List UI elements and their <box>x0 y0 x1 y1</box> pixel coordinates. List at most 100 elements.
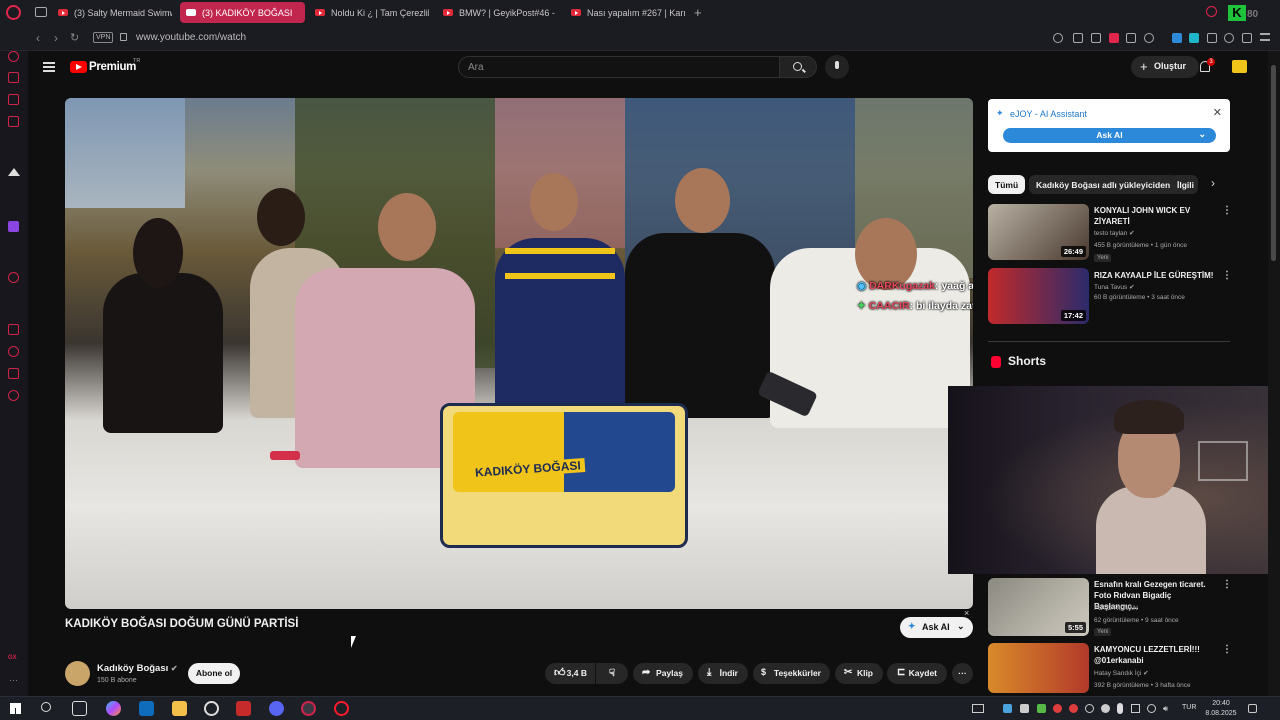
voice-search-button[interactable] <box>825 55 849 79</box>
extensions-icon[interactable] <box>1207 33 1217 43</box>
tray-icon[interactable] <box>1020 704 1029 713</box>
scrollbar-thumb[interactable] <box>1271 65 1276 261</box>
windows-start-icon[interactable] <box>10 703 21 714</box>
ejoy-ask-ai-button[interactable]: Ask AI ⌄ <box>1003 128 1216 143</box>
clip-button[interactable]: ✂ Klip <box>835 663 883 684</box>
rec-thumbnail[interactable]: 17:42 <box>988 268 1089 324</box>
share-button[interactable]: ➦ Paylaş <box>633 663 693 684</box>
vpn-badge[interactable]: VPN <box>93 32 114 43</box>
channel-avatar[interactable] <box>65 661 90 686</box>
send-icon[interactable] <box>1126 33 1136 43</box>
mail-icon[interactable] <box>8 116 19 127</box>
outlook-icon[interactable] <box>139 701 154 716</box>
bookmarks-icon[interactable] <box>8 324 19 335</box>
account-avatar[interactable] <box>1232 60 1247 73</box>
task-view-icon[interactable] <box>72 701 87 716</box>
heart-icon[interactable] <box>1144 33 1154 43</box>
rec-title[interactable]: KONYALI JOHN WICK EV ZİYARETİ <box>1094 205 1216 227</box>
tab-bmw-geyikpost[interactable]: BMW? | GeyikPost#46 - Y <box>437 2 557 23</box>
sidebar-more-icon[interactable]: ··· <box>9 675 18 685</box>
steam-icon[interactable] <box>204 701 219 716</box>
microphone-tray-icon[interactable] <box>1117 703 1123 714</box>
tray-icon[interactable] <box>972 704 984 713</box>
tab-kadikoy-bogasi[interactable]: (3) KADIKÖY BOĞASI <box>180 2 305 23</box>
chip-all[interactable]: Tümü <box>988 175 1026 194</box>
player-icon[interactable] <box>8 272 19 283</box>
bag-icon[interactable] <box>8 72 19 83</box>
messenger-icon[interactable] <box>8 94 19 105</box>
new-tab-icon[interactable]: + <box>694 5 702 20</box>
video-player[interactable]: KADIKÖY BOĞASI ◉ DARKugazak: yaağ ali ko… <box>65 98 973 609</box>
profile-icon[interactable] <box>1224 33 1234 43</box>
like-button[interactable]: 👍︎ 3,4 B <box>545 663 595 684</box>
opera-logo-icon[interactable] <box>6 5 21 20</box>
rec-title[interactable]: RIZA KAYAALP İLE GÜREŞTİM! <box>1094 270 1216 281</box>
ask-ai-button[interactable]: ✦ Ask AI ⌄ <box>900 617 973 638</box>
twitch-icon[interactable] <box>8 221 19 232</box>
camera-icon[interactable] <box>1091 33 1101 43</box>
pin-icon[interactable] <box>1073 33 1083 43</box>
chip-from-uploader[interactable]: Kadıköy Boğası adlı yükleyiciden <box>1029 175 1178 194</box>
rec-thumbnail[interactable]: 26:49 <box>988 204 1089 260</box>
system-clock[interactable]: 20:40 8.08.2025 <box>1204 699 1238 719</box>
more-vert-icon[interactable]: ⋮ <box>1222 205 1232 216</box>
aria-icon[interactable] <box>8 51 19 62</box>
search-button[interactable] <box>779 56 817 78</box>
rec-thumbnail[interactable] <box>988 643 1089 693</box>
history-icon[interactable] <box>8 346 19 357</box>
thanks-button[interactable]: $ Teşekkürler <box>753 663 830 684</box>
subscribe-button[interactable]: Abone ol <box>188 663 240 684</box>
url-field[interactable]: www.youtube.com/watch <box>136 32 246 43</box>
tray-icon[interactable] <box>1101 704 1110 713</box>
lock-icon[interactable] <box>120 33 127 41</box>
video-app-icon[interactable] <box>236 701 251 716</box>
youtube-premium-logo-text[interactable]: Premium <box>89 61 136 73</box>
ejoy-extension-icon[interactable] <box>1189 33 1199 43</box>
hamburger-menu-icon[interactable] <box>43 62 55 72</box>
download-button[interactable]: ⤓ İndir <box>698 663 748 684</box>
menu-icon[interactable] <box>1260 33 1270 41</box>
input-language[interactable]: TUR <box>1182 704 1196 711</box>
opera-gx-taskbar-icon[interactable] <box>301 701 316 716</box>
youtube-logo-icon[interactable] <box>70 61 87 73</box>
zoom-icon[interactable] <box>1053 33 1063 43</box>
tab-noldu-ki[interactable]: Noldu Ki ¿ | Tam Çerezlik <box>309 2 429 23</box>
more-actions-button[interactable]: ··· <box>952 663 973 684</box>
opera-taskbar-icon[interactable] <box>334 701 349 716</box>
reload-icon[interactable]: ↻ <box>70 31 79 44</box>
ejoy-close-icon[interactable]: ✕ <box>1213 106 1222 119</box>
more-vert-icon[interactable]: ⋮ <box>1222 270 1232 281</box>
pocket-icon[interactable] <box>1109 33 1119 43</box>
chevron-right-icon[interactable]: › <box>1211 176 1215 190</box>
tray-icon[interactable] <box>1131 704 1140 713</box>
channel-name[interactable]: Kadıköy Boğası ✔ <box>97 663 178 674</box>
arc-icon[interactable] <box>8 168 20 176</box>
tab-salty-mermaid[interactable]: (3) Salty Mermaid Swimw <box>52 2 172 23</box>
rec-thumbnail[interactable]: 5:55 <box>988 578 1089 636</box>
page-scrollbar[interactable] <box>1268 51 1280 696</box>
create-button[interactable]: + Oluştur <box>1131 56 1199 78</box>
rec-title[interactable]: KAMYONCU LEZZETLERİ!!! @01erkanabi <box>1094 644 1216 666</box>
more-vert-icon[interactable]: ⋮ <box>1222 644 1232 655</box>
search-input[interactable]: Ara <box>458 56 780 78</box>
tab-overview-icon[interactable] <box>35 7 47 17</box>
more-vert-icon[interactable]: ⋮ <box>1222 579 1232 590</box>
translate-extension-icon[interactable] <box>1172 33 1182 43</box>
dislike-button[interactable]: ☟ <box>596 663 628 684</box>
chip-related[interactable]: İlgili <box>1170 175 1198 194</box>
tray-icon[interactable] <box>1147 704 1156 713</box>
notification-center-icon[interactable] <box>1248 704 1257 713</box>
search-tabs-icon[interactable] <box>1206 6 1217 17</box>
volume-icon[interactable]: 🔊︎ <box>1163 704 1168 714</box>
discord-icon[interactable] <box>269 701 284 716</box>
taskbar-search-icon[interactable] <box>41 702 51 712</box>
file-explorer-icon[interactable] <box>172 701 187 716</box>
pinboard-icon[interactable] <box>8 368 19 379</box>
sidebar-bottom-icon[interactable]: GX <box>8 655 17 661</box>
copilot-icon[interactable] <box>106 701 121 716</box>
settings-gear-icon[interactable] <box>8 390 19 401</box>
tray-icon[interactable] <box>1085 704 1094 713</box>
tray-icon[interactable] <box>1069 704 1078 713</box>
tab-nasi-yapalim[interactable]: Nası yapalım #267 | Karış <box>565 2 685 23</box>
forward-icon[interactable]: › <box>54 31 58 45</box>
